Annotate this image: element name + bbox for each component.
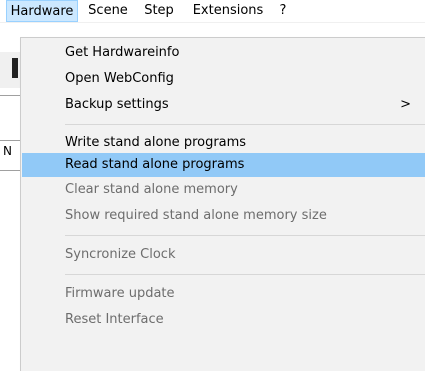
menu-item-reset-interface: Reset Interface	[65, 312, 164, 327]
menu-bar: Hardware Scene Step Extensions ?	[0, 0, 425, 23]
menu-item-read-stand-alone-programs[interactable]: Read stand alone programs	[22, 153, 425, 177]
background-bold-glyph	[12, 58, 18, 78]
menu-separator	[65, 124, 425, 125]
menu-hardware[interactable]: Hardware	[6, 0, 78, 22]
menu-item-label: Backup settings	[65, 97, 169, 112]
background-divider	[0, 140, 20, 141]
menu-item-clear-stand-alone-memory: Clear stand alone memory	[65, 182, 238, 197]
menu-item-get-hardwareinfo[interactable]: Get Hardwareinfo	[22, 42, 425, 64]
hardware-dropdown-menu: Get Hardwareinfo Open WebConfig Backup s…	[20, 37, 425, 371]
menu-extensions[interactable]: Extensions	[186, 0, 270, 22]
menu-item-show-required-memory-size: Show required stand alone memory size	[65, 208, 327, 223]
menu-separator	[65, 274, 425, 275]
submenu-arrow-icon: >	[400, 97, 411, 112]
background-divider	[0, 95, 20, 96]
background-divider	[0, 170, 20, 171]
menu-item-backup-settings[interactable]: Backup settings >	[22, 94, 425, 116]
menu-item-open-webconfig[interactable]: Open WebConfig	[22, 68, 425, 90]
menu-item-write-stand-alone-programs[interactable]: Write stand alone programs	[22, 132, 425, 154]
background-panel	[0, 52, 20, 88]
menu-help[interactable]: ?	[275, 0, 291, 22]
menu-item-firmware-update: Firmware update	[65, 286, 175, 301]
menu-item-syncronize-clock: Syncronize Clock	[65, 247, 176, 262]
background-column-header: N	[3, 144, 12, 158]
menu-scene[interactable]: Scene	[83, 0, 133, 22]
menu-step[interactable]: Step	[139, 0, 179, 22]
menu-separator	[65, 235, 425, 236]
